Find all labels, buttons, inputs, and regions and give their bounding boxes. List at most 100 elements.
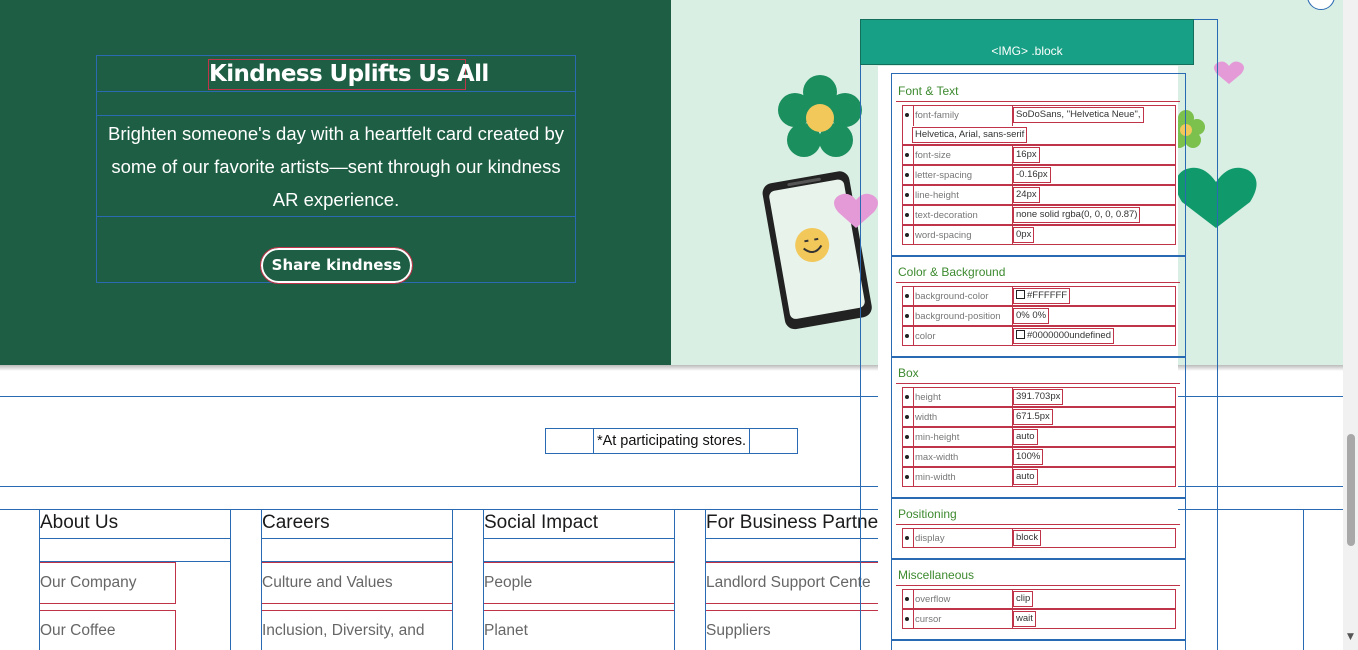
- inspector-prop-row: width 671.5px: [902, 407, 1176, 427]
- prop-name: font-size: [913, 146, 1013, 164]
- inspector-prop-row: color #0000000undefined: [902, 326, 1176, 346]
- bullet: [905, 153, 909, 157]
- bullet: [905, 475, 909, 479]
- prop-name: text-decoration: [913, 206, 1013, 224]
- prop-name: background-position: [913, 307, 1013, 325]
- prop-value: 671.5px: [1013, 409, 1053, 425]
- prop-value: auto: [1013, 429, 1038, 445]
- footer-column-about: About Us Our Company Our Coffee: [39, 509, 231, 650]
- prop-name: background-color: [913, 287, 1013, 305]
- share-kindness-button[interactable]: Share kindness: [260, 247, 413, 284]
- heart-icon: [1214, 61, 1244, 84]
- inspector-prop-row: height 391.703px: [902, 387, 1176, 407]
- inspector-section-separator: [892, 255, 1185, 257]
- inspector-section-separator: [892, 558, 1185, 560]
- bullet: [905, 415, 909, 419]
- hero-left-panel: Kindness Uplifts Us All Brighten someone…: [0, 0, 671, 365]
- prop-value: block: [1013, 530, 1042, 546]
- bullet: [905, 294, 909, 298]
- inspector-section-divider: [896, 383, 1180, 384]
- footer-link-inclusion-diversity[interactable]: Inclusion, Diversity, and: [262, 610, 452, 650]
- inspector-section-title: Miscellaneous: [898, 568, 975, 582]
- hero-title: Kindness Uplifts Us All: [208, 59, 489, 90]
- prop-value: -0.16px: [1013, 167, 1051, 183]
- scroll-down-arrow-icon[interactable]: ▼: [1344, 630, 1357, 644]
- prop-name: line-height: [913, 186, 1013, 204]
- inspector-prop-row: line-height 24px: [902, 185, 1176, 205]
- color-swatch: [1016, 330, 1025, 339]
- prop-value-continued: Helvetica, Arial, sans-serif: [912, 127, 1028, 143]
- phone-icon: [762, 171, 872, 330]
- prop-name: height: [913, 388, 1013, 406]
- color-swatch: [1016, 290, 1025, 299]
- footer-spacer: [40, 539, 230, 562]
- bullet: [905, 334, 909, 338]
- prop-value: 24px: [1013, 187, 1040, 203]
- prop-name: color: [913, 327, 1013, 345]
- prop-value: 16px: [1013, 147, 1040, 163]
- bullet: [905, 435, 909, 439]
- footer-column-social-impact: Social Impact People Planet: [483, 509, 675, 650]
- prop-name: display: [913, 529, 1013, 547]
- footer-link-our-coffee[interactable]: Our Coffee: [40, 610, 176, 650]
- bullet: [905, 617, 909, 621]
- bullet: [905, 193, 909, 197]
- bullet: [905, 173, 909, 177]
- prop-value: clip: [1013, 591, 1034, 607]
- prop-value: SoDoSans, "Helvetica Neue",: [1013, 107, 1144, 123]
- prop-value: 100%: [1013, 449, 1044, 465]
- inspector-section-divider: [896, 282, 1180, 283]
- footer-column-divider: [1303, 509, 1304, 650]
- bullet: [905, 597, 909, 601]
- inspector-prop-row: letter-spacing -0.16px: [902, 165, 1176, 185]
- inspector-section-title: Font & Text: [898, 84, 959, 98]
- inspector-section-divider: [896, 585, 1180, 586]
- participating-stores-footnote: *At participating stores.: [593, 429, 750, 453]
- footer-link-people[interactable]: People: [484, 562, 674, 604]
- inspector-prop-row: display block: [902, 528, 1176, 548]
- footer-spacer: [262, 539, 452, 562]
- footer-link-planet[interactable]: Planet: [484, 610, 674, 650]
- inspector-prop-row: word-spacing 0px: [902, 225, 1176, 245]
- footer-heading: Careers: [262, 509, 452, 539]
- footer-spacer: [484, 539, 674, 562]
- footer-heading: Social Impact: [484, 509, 674, 539]
- inspector-section-separator: [892, 497, 1185, 499]
- inspector-section-separator: [892, 356, 1185, 358]
- prop-value-text: #FFFFFF: [1027, 290, 1068, 301]
- prop-name: letter-spacing: [913, 166, 1013, 184]
- footer-link-our-company[interactable]: Our Company: [40, 562, 176, 604]
- hero-spacer-row: [97, 92, 575, 116]
- inspector-prop-row: background-position 0% 0%: [902, 306, 1176, 326]
- hero-copy-block: Kindness Uplifts Us All Brighten someone…: [96, 55, 576, 284]
- inspector-prop-row: font-size 16px: [902, 145, 1176, 165]
- page-scrollbar[interactable]: [1343, 0, 1358, 650]
- inspector-section-separator: [892, 639, 1185, 641]
- inspector-prop-row: cursor wait: [902, 609, 1176, 629]
- prop-value: #0000000undefined: [1013, 328, 1115, 344]
- footer-heading: About Us: [40, 509, 230, 539]
- hero-title-row: Kindness Uplifts Us All: [97, 56, 575, 92]
- prop-name: min-width: [913, 468, 1013, 486]
- prop-value: none solid rgba(0, 0, 0, 0.87): [1013, 207, 1141, 223]
- footer-column-careers: Careers Culture and Values Inclusion, Di…: [261, 509, 453, 650]
- bullet: [905, 455, 909, 459]
- inspector-section-title: Color & Background: [898, 265, 1006, 279]
- page: Kindness Uplifts Us All Brighten someone…: [0, 0, 1358, 650]
- prop-value: wait: [1013, 611, 1036, 627]
- prop-value: #FFFFFF: [1013, 288, 1071, 304]
- bullet: [905, 536, 909, 540]
- prop-name: word-spacing: [913, 226, 1013, 244]
- footer-link-culture-values[interactable]: Culture and Values: [262, 562, 452, 604]
- prop-name: width: [913, 408, 1013, 426]
- prop-name: overflow: [913, 590, 1013, 608]
- prop-value: 0px: [1013, 227, 1035, 243]
- inspector-section-divider: [896, 524, 1180, 525]
- bullet: [905, 113, 909, 117]
- prop-value: 0% 0%: [1013, 308, 1050, 324]
- inspector-section-divider: [896, 101, 1180, 102]
- scrollbar-thumb[interactable]: [1347, 434, 1355, 546]
- inspector-prop-row: min-width auto: [902, 467, 1176, 487]
- inspector-prop-row: overflow clip: [902, 589, 1176, 609]
- inspector-section-title: Positioning: [898, 507, 957, 521]
